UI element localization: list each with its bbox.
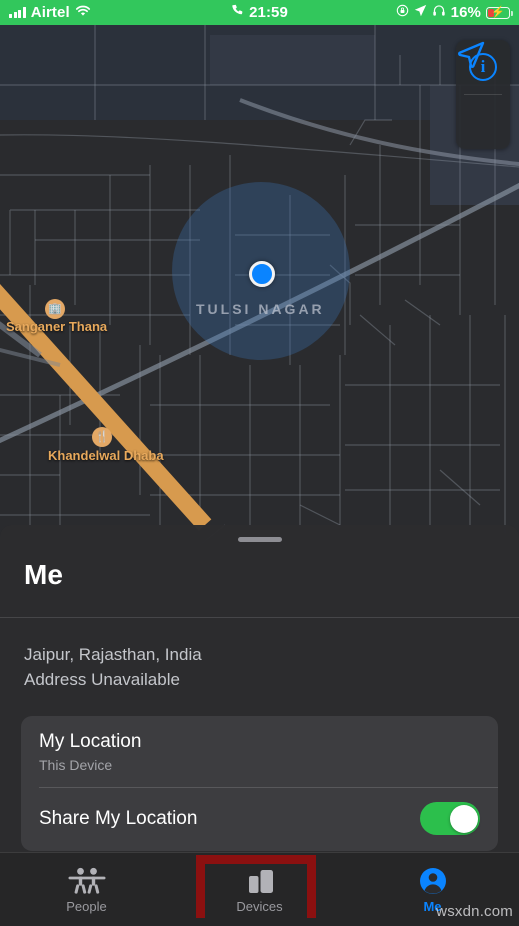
person-circle-icon: [417, 865, 449, 895]
neighborhood-label: TULSI NAGAR: [196, 301, 325, 317]
status-bar: Airtel 21:59 16% ⚡: [0, 0, 519, 25]
toggle-knob: [449, 804, 478, 833]
status-bar-left: Airtel: [9, 4, 91, 21]
watermark-label: wsxdn.com: [436, 903, 513, 920]
location-card: My Location This Device Share My Locatio…: [21, 716, 498, 852]
tab-label-people: People: [66, 899, 107, 914]
map-locate-button[interactable]: [456, 41, 510, 149]
location-arrow-icon: [414, 4, 427, 21]
blue-location-dot[interactable]: [249, 261, 275, 287]
status-bar-right: 16% ⚡: [396, 4, 513, 21]
rotation-lock-icon: [396, 4, 409, 21]
devices-icon: [243, 865, 277, 895]
address-line-2: Address Unavailable: [24, 670, 180, 690]
page-title: Me: [24, 559, 64, 590]
restaurant-fork-knife-icon[interactable]: 🍴: [92, 427, 112, 447]
tab-devices[interactable]: Devices: [173, 853, 346, 926]
tab-people[interactable]: People: [0, 853, 173, 926]
address-line-1: Jaipur, Rajasthan, India: [24, 645, 202, 664]
wifi-icon: [75, 4, 91, 21]
poi-label-khandelwal-dhaba[interactable]: Khandelwal Dhaba: [48, 448, 164, 463]
my-location-row[interactable]: My Location This Device: [21, 716, 498, 787]
poi-label-sanganer-thana[interactable]: Sanganer Thana: [6, 319, 107, 334]
clock-label: 21:59: [249, 4, 288, 21]
carrier-label: Airtel: [30, 4, 70, 21]
two-people-icon: [67, 865, 107, 895]
my-location-title: My Location: [39, 731, 142, 753]
my-location-subtitle: This Device: [39, 757, 113, 774]
tab-label-devices: Devices: [236, 899, 283, 914]
share-my-location-toggle[interactable]: [420, 802, 480, 836]
address-block: Jaipur, Rajasthan, India Address Unavail…: [0, 618, 519, 692]
map-controls[interactable]: i: [456, 40, 510, 149]
cellular-bars-icon: [9, 7, 26, 18]
headphones-icon: [432, 4, 446, 21]
phone-call-icon: [231, 4, 244, 21]
battery-charging-icon: ⚡: [486, 6, 513, 19]
share-my-location-row[interactable]: Share My Location: [21, 788, 498, 851]
battery-percent-label: 16%: [450, 4, 481, 21]
share-my-location-label: Share My Location: [39, 807, 198, 829]
government-building-icon[interactable]: 🏢: [45, 299, 65, 319]
